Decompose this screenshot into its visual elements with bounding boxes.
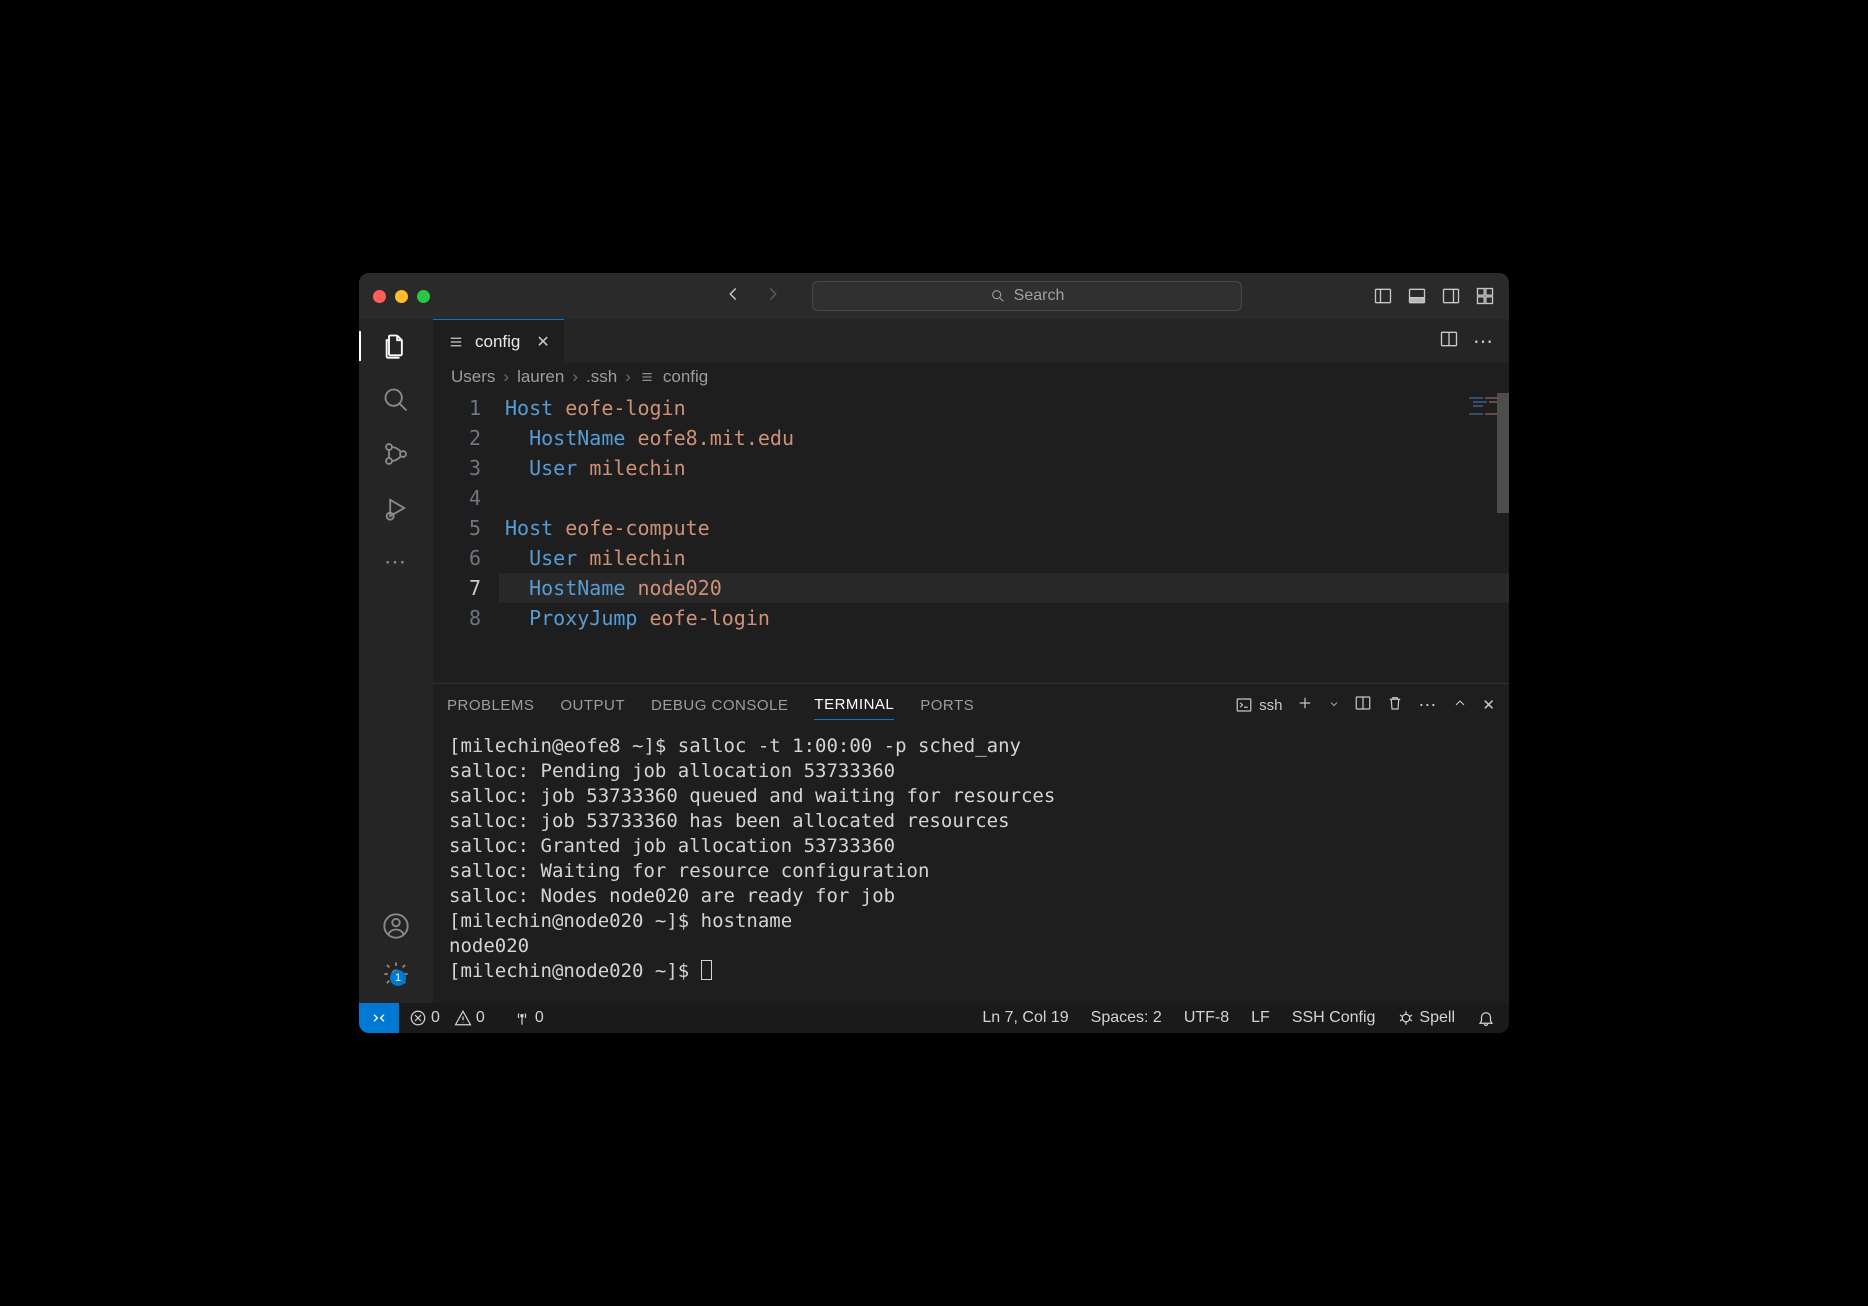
code-editor[interactable]: 12345678 Host eofe-login HostName eofe8.… [433, 393, 1509, 683]
vscode-window: Search ⋯ [359, 273, 1509, 1033]
nav-back-button[interactable] [722, 283, 744, 310]
nav-arrows [722, 283, 784, 310]
panel-more-actions-button[interactable]: ⋯ [1418, 695, 1438, 716]
settings-badge: 1 [390, 970, 406, 986]
close-panel-button[interactable]: ✕ [1482, 696, 1495, 714]
status-indentation[interactable]: Spaces: 2 [1091, 1009, 1162, 1027]
window-controls [373, 290, 430, 303]
search-tab[interactable] [381, 385, 411, 415]
panel-tab-debug-console[interactable]: DEBUG CONSOLE [651, 691, 788, 720]
more-views-button[interactable]: ⋯ [381, 547, 411, 577]
error-icon [409, 1009, 427, 1027]
bug-icon [1397, 1009, 1415, 1027]
breadcrumb-file[interactable]: config [663, 367, 708, 387]
line-number-gutter: 12345678 [433, 393, 499, 683]
split-editor-button[interactable] [1439, 329, 1459, 354]
run-debug-tab[interactable] [381, 493, 411, 523]
chevron-right-icon: › [625, 367, 631, 387]
settings-button[interactable]: 1 [381, 959, 411, 989]
activity-bar: ⋯ 1 [359, 319, 433, 1003]
panel-tab-output[interactable]: OUTPUT [560, 691, 625, 720]
status-eol[interactable]: LF [1251, 1009, 1270, 1027]
search-icon [990, 288, 1006, 304]
customize-layout-button[interactable] [1475, 286, 1495, 306]
terminal-output[interactable]: [milechin@eofe8 ~]$ salloc -t 1:00:00 -p… [433, 726, 1509, 1003]
terminal-shell-label[interactable]: ssh [1235, 696, 1282, 714]
close-window-button[interactable] [373, 290, 386, 303]
tab-config[interactable]: config ✕ [433, 319, 564, 363]
terminal-dropdown-button[interactable] [1328, 697, 1340, 714]
status-bar: 0 0 0 Ln 7, Col 19 Spaces: 2 UTF-8 LF SS… [359, 1003, 1509, 1033]
split-terminal-button[interactable] [1354, 694, 1372, 716]
status-cursor-position[interactable]: Ln 7, Col 19 [982, 1009, 1068, 1027]
antenna-icon [513, 1009, 531, 1027]
panel-tab-bar: PROBLEMS OUTPUT DEBUG CONSOLE TERMINAL P… [433, 684, 1509, 726]
breadcrumb-segment[interactable]: lauren [517, 367, 564, 387]
scrollbar-thumb[interactable] [1497, 393, 1509, 513]
status-errors[interactable]: 0 [409, 1009, 440, 1027]
breadcrumb-segment[interactable]: .ssh [586, 367, 617, 387]
panel-tab-terminal[interactable]: TERMINAL [814, 690, 894, 720]
bell-icon [1477, 1009, 1495, 1027]
explorer-tab[interactable] [381, 331, 411, 361]
status-warnings[interactable]: 0 [454, 1009, 485, 1027]
remote-indicator-button[interactable] [359, 1003, 399, 1033]
new-terminal-button[interactable] [1296, 694, 1314, 716]
breadcrumb[interactable]: Users › lauren › .ssh › config [433, 363, 1509, 393]
title-bar: Search [359, 273, 1509, 319]
tab-filename: config [475, 332, 520, 352]
chevron-right-icon: › [503, 367, 509, 387]
close-tab-button[interactable]: ✕ [536, 332, 549, 352]
terminal-icon [1235, 696, 1253, 714]
file-lines-icon [447, 333, 465, 351]
status-encoding[interactable]: UTF-8 [1184, 1009, 1229, 1027]
title-bar-layout-controls [1373, 286, 1495, 306]
status-spell[interactable]: Spell [1397, 1009, 1455, 1027]
toggle-primary-sidebar-button[interactable] [1373, 286, 1393, 306]
kill-terminal-button[interactable] [1386, 694, 1404, 716]
accounts-button[interactable] [381, 911, 411, 941]
file-lines-icon [639, 369, 655, 385]
status-ports[interactable]: 0 [513, 1009, 544, 1027]
source-control-tab[interactable] [381, 439, 411, 469]
toggle-secondary-sidebar-button[interactable] [1441, 286, 1461, 306]
command-center-search[interactable]: Search [812, 281, 1242, 311]
status-language-mode[interactable]: SSH Config [1292, 1009, 1376, 1027]
toggle-panel-button[interactable] [1407, 286, 1427, 306]
status-notifications-button[interactable] [1477, 1009, 1495, 1027]
editor-group: config ✕ ⋯ Users › lauren › .ssh › confi… [433, 319, 1509, 1003]
nav-forward-button[interactable] [762, 283, 784, 310]
panel-tab-problems[interactable]: PROBLEMS [447, 691, 534, 720]
bottom-panel: PROBLEMS OUTPUT DEBUG CONSOLE TERMINAL P… [433, 683, 1509, 1003]
search-placeholder: Search [1014, 287, 1065, 305]
minimize-window-button[interactable] [395, 290, 408, 303]
panel-tab-ports[interactable]: PORTS [920, 691, 974, 720]
maximize-window-button[interactable] [417, 290, 430, 303]
breadcrumb-segment[interactable]: Users [451, 367, 495, 387]
warning-icon [454, 1009, 472, 1027]
code-content[interactable]: Host eofe-login HostName eofe8.mit.edu U… [499, 393, 1509, 683]
editor-more-actions-button[interactable]: ⋯ [1473, 329, 1495, 354]
maximize-panel-button[interactable] [1452, 695, 1468, 715]
chevron-right-icon: › [572, 367, 578, 387]
tab-bar: config ✕ ⋯ [433, 319, 1509, 363]
